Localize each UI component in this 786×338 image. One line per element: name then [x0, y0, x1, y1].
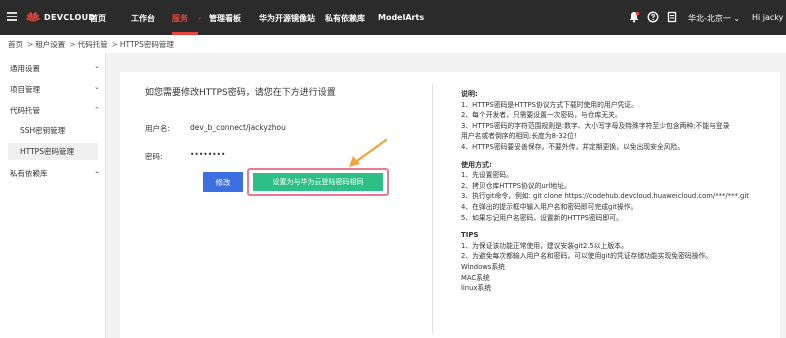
nav-workbench[interactable]: 工作台 [131, 13, 155, 24]
tips-line: 1、为保证该功能正常使用，建议安装git2.5以上版本。 [461, 241, 628, 250]
breadcrumb-tenant-settings[interactable]: 租户设置 [35, 40, 65, 49]
pointer-arrow-icon [349, 138, 388, 167]
highlight-box: 设置为与华为云登陆密码相同 [247, 168, 389, 196]
nav-private-repo[interactable]: 私有依赖库 [325, 13, 365, 24]
nav-open-source-mirror[interactable]: 华为开源镜像站 [259, 13, 315, 24]
password-label: 密码: [145, 152, 163, 161]
breadcrumb-current: HTTPS密码管理 [119, 40, 174, 49]
note-line: 2、每个开发者，只需要设置一次密码，与仓库无关。 [461, 111, 622, 120]
usage-line: 1、先设置密码。 [461, 171, 513, 180]
region-selector[interactable]: 华北-北京一 ⌄ [688, 13, 740, 24]
breadcrumb-home[interactable]: 首页 [8, 40, 23, 49]
tips-os-mac: MAC系统 [461, 273, 490, 282]
brand-name[interactable]: DEVCLOUD [44, 13, 95, 22]
sidebar: 通用设置 ⌄ 项目管理 ⌄ 代码托管 ⌃ SSH密钥管理 HTTPS密码管理 私… [0, 53, 106, 338]
usage-line: 2、拷贝仓库HTTPS协议的url地址。 [461, 181, 571, 190]
tips-title: TIPS [461, 231, 479, 240]
sidebar-item-general-settings[interactable]: 通用设置 [10, 63, 40, 74]
sidebar-item-private-repo[interactable]: 私有依赖库 [10, 168, 48, 179]
chevron-down-icon[interactable]: ⌄ [94, 83, 100, 91]
bell-icon[interactable] [628, 11, 640, 23]
document-icon[interactable] [666, 11, 678, 23]
note-line: 1、HTTPS密码是HTTPS协议方式下载时使用的用户凭证。 [461, 100, 638, 109]
nav-home[interactable]: 首页 [90, 13, 106, 24]
nav-modelarts[interactable]: ModelArts [378, 13, 424, 22]
chevron-down-icon[interactable]: ⌄ [197, 14, 202, 21]
nav-dashboard[interactable]: 管理看板 [209, 13, 241, 24]
tips-os-windows: Windows系统 [461, 262, 505, 271]
tips-os-linux: linux系统 [461, 284, 492, 293]
username-label: 用户名: [145, 124, 171, 133]
help-panel: 说明: 1、HTTPS密码是HTTPS协议方式下载时使用的用户凭证。 2、每个开… [461, 89, 781, 294]
help-icon[interactable] [647, 11, 659, 23]
chevron-down-icon[interactable]: ⌄ [94, 167, 100, 175]
note-line: 4、HTTPS密码要妥善保存，不要外传，并定期更换，以免出现安全风险。 [461, 142, 685, 151]
panel-divider [432, 84, 433, 334]
chevron-up-icon[interactable]: ⌃ [94, 106, 100, 114]
user-greeting[interactable]: Hi jacky [752, 13, 783, 22]
usage-line: 4、在弹出的提示框中输入用户名和密码即可完成git操作。 [461, 202, 638, 211]
sidebar-item-https-password-management[interactable]: HTTPS密码管理 [8, 143, 98, 160]
sidebar-item-ssh-key-management[interactable]: SSH密钥管理 [8, 122, 98, 139]
breadcrumb-separator: > [69, 40, 76, 49]
username-value: dev_b_connect/jackyzhou [190, 123, 286, 132]
breadcrumb-separator: > [111, 40, 118, 49]
huawei-logo-icon[interactable] [26, 11, 40, 23]
form-title: 如您需要修改HTTPS密码，请您在下方进行设置 [145, 88, 336, 98]
set-same-as-login-password-button[interactable]: 设置为与华为云登陆密码相同 [253, 173, 383, 191]
chevron-down-icon[interactable]: ⌄ [94, 62, 100, 70]
top-navigation-bar: DEVCLOUD 首页 工作台 服务 ⌄ 管理看板 华为开源镜像站 私有依赖库 … [0, 0, 786, 35]
modify-button[interactable]: 修改 [203, 172, 243, 192]
notes-title: 说明: [461, 90, 478, 98]
breadcrumb: 首页 > 租户设置 > 代码托管 > HTTPS密码管理 [8, 39, 176, 50]
note-line: 3、HTTPS密码的字符范围规则是:数字、大小写字母及特殊字符至少包含两种;不能… [461, 121, 730, 130]
breadcrumb-separator: > [27, 40, 34, 49]
usage-title: 使用方式: [461, 160, 492, 169]
password-value: •••••••• [190, 150, 226, 159]
menu-icon[interactable] [7, 12, 17, 21]
breadcrumb-code-hosting[interactable]: 代码托管 [78, 40, 108, 49]
tips-line: 2、为避免每次都输入用户名和密码，可以使用git的凭证存储功能实现免密码操作。 [461, 252, 713, 261]
sidebar-item-project-management[interactable]: 项目管理 [10, 84, 40, 95]
usage-line: 3、执行git命令，例如: git clone https://codehub.… [461, 192, 749, 201]
nav-services[interactable]: 服务 [172, 13, 188, 24]
note-line: 用户名或者倒序的相同;长度为8-32位! [461, 132, 577, 141]
usage-line: 5、如果忘记用户名密码，设置新的HTTPS密码即可。 [461, 213, 623, 222]
sidebar-item-code-hosting[interactable]: 代码托管 [10, 105, 40, 116]
active-nav-indicator [172, 32, 198, 35]
